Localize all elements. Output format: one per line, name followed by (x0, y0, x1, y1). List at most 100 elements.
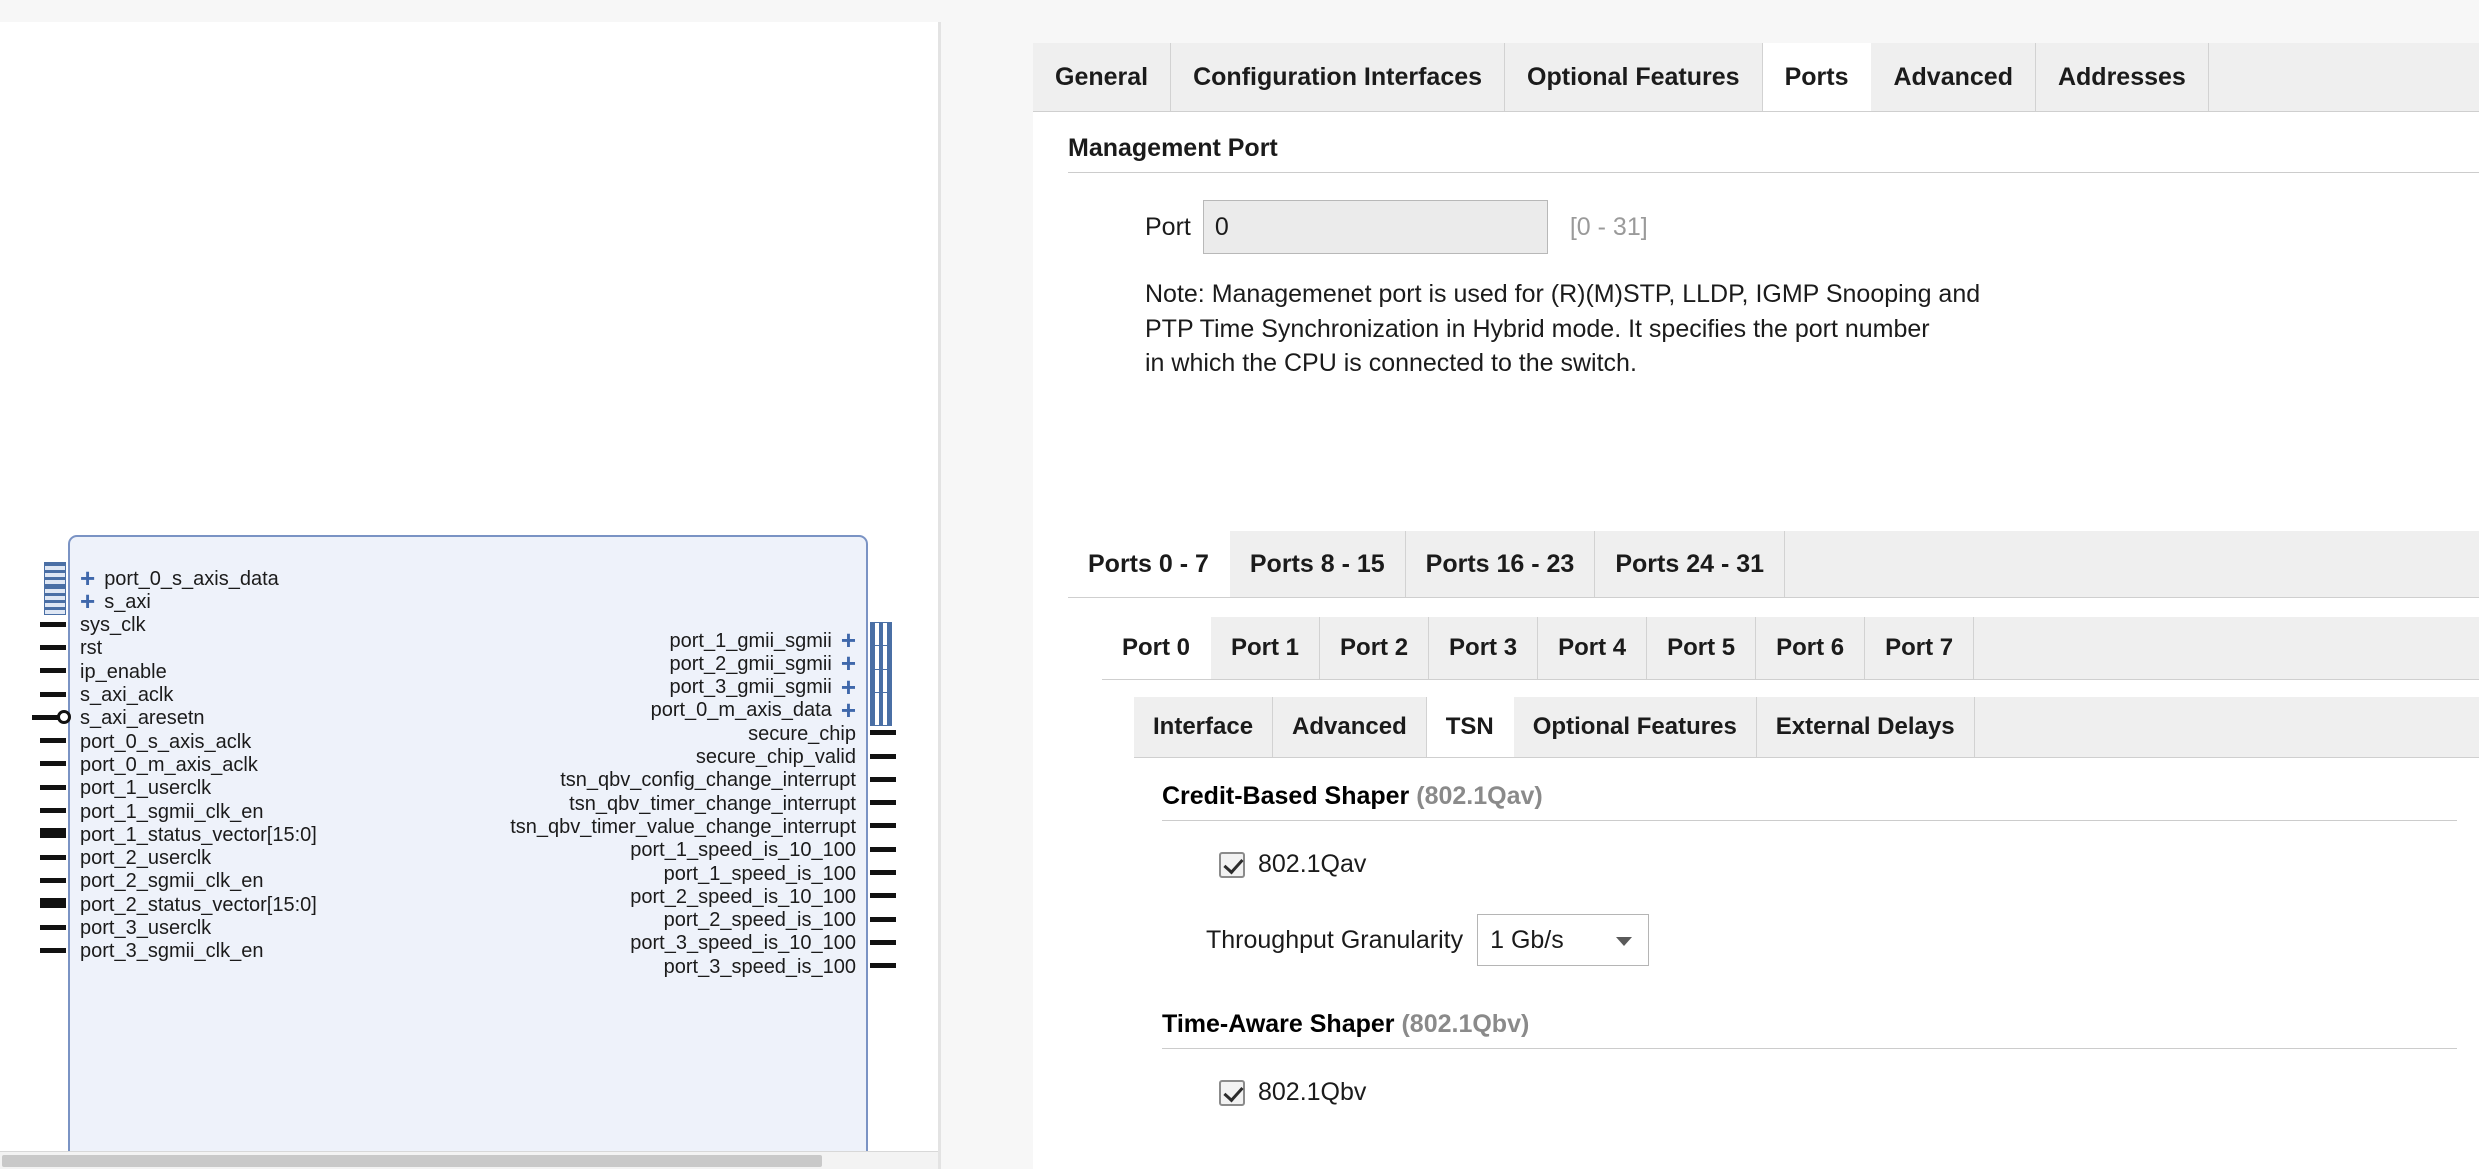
pin-label: port_3_sgmii_clk_en (80, 940, 264, 963)
tab-label: General (1055, 62, 1149, 91)
tab-label: Port 3 (1449, 634, 1518, 661)
tab-label: Port 2 (1340, 634, 1409, 661)
tab-label: Ports 24 - 31 (1615, 549, 1765, 578)
chevron-down-icon (1616, 937, 1633, 946)
tab-label: External Delays (1775, 713, 1955, 740)
tab-label: Ports 8 - 15 (1249, 549, 1385, 578)
throughput-granularity-select[interactable]: 1 Gb/s (1477, 914, 1650, 966)
tab-interface[interactable]: Interface (1134, 697, 1274, 757)
credit-based-shaper-standard: (802.1Qav) (1416, 782, 1543, 810)
pin-port_3_speed_is_100[interactable]: port_3_speed_is_100 (664, 949, 866, 985)
qbv-checkbox[interactable] (1219, 1079, 1245, 1106)
pin-stub (40, 898, 66, 909)
tab-label: TSN (1445, 713, 1494, 740)
tab-optional-features[interactable]: Optional Features (1513, 697, 1757, 757)
tab-port-2[interactable]: Port 2 (1320, 617, 1430, 679)
pin-stub (870, 870, 896, 875)
port-feature-tabstrip[interactable]: Interface Advanced TSN Optional Features Ext… (1134, 697, 2479, 758)
tab-port-1[interactable]: Port 1 (1211, 617, 1321, 679)
management-port-rule (1068, 172, 2479, 173)
tab-label: Port 0 (1122, 634, 1191, 661)
tab-optional-features[interactable]: Optional Features (1505, 43, 1763, 111)
tab-port-6[interactable]: Port 6 (1756, 617, 1866, 679)
tab-filler (1974, 697, 2479, 757)
credit-based-shaper-title: Credit-Based Shaper (1162, 782, 1410, 810)
pin-stub (870, 939, 896, 945)
pin-stub (870, 753, 896, 759)
pin-stub (40, 644, 66, 650)
pin-stub (40, 947, 66, 953)
tab-port-3[interactable]: Port 3 (1429, 617, 1539, 679)
time-aware-shaper-title: Time-Aware Shaper (1162, 1010, 1395, 1038)
pin-stub (40, 854, 66, 860)
tsn-panel: Credit-Based Shaper (802.1Qav) 802.1Qav … (1134, 758, 2479, 1169)
pin-stub (870, 800, 896, 806)
tab-filler (1974, 617, 2479, 679)
tab-addresses[interactable]: Addresses (2035, 43, 2209, 111)
pin-stub (40, 808, 66, 813)
note-line: in which the CPU is connected to the swi… (1145, 349, 1637, 377)
block-diagram-pane[interactable]: + port_0_s_axis_data + s_axi sys_clk rst ip_en… (0, 22, 941, 1169)
port-range-hint: [0 - 31] (1569, 212, 1648, 241)
qav-checkbox-label: 802.1Qav (1258, 850, 1367, 878)
tab-label: Port 5 (1667, 634, 1736, 661)
tab-advanced[interactable]: Advanced (1871, 43, 2036, 111)
qav-checkbox[interactable] (1219, 851, 1245, 878)
tab-label: Port 1 (1231, 634, 1300, 661)
tab-ports-0-7[interactable]: Ports 0 - 7 (1068, 531, 1230, 597)
note-line: Note: Managemenet port is used for (R)(M… (1145, 280, 1981, 308)
pin-stub (870, 846, 896, 852)
pin-stub (40, 924, 66, 930)
pin-port_3_sgmii_clk_en[interactable]: port_3_sgmii_clk_en (70, 934, 263, 970)
ip-customization-window: + port_0_s_axis_data + s_axi sys_clk rst ip_en… (0, 0, 2479, 1169)
port-number-input[interactable] (1202, 200, 1548, 254)
individual-port-tabstrip[interactable]: Port 0 Port 1 Port 2 Port 3 Port 4 Port 5 Port… (1102, 617, 2479, 680)
properties-pane: General Configuration Interfaces Optional … (944, 22, 2479, 1169)
qbv-checkbox-label: 802.1Qbv (1258, 1078, 1367, 1106)
tab-tsn[interactable]: TSN (1426, 697, 1514, 757)
pin-stub (40, 877, 66, 883)
port-group-tabstrip[interactable]: Ports 0 - 7 Ports 8 - 15 Ports 16 - 23 Port… (1068, 531, 2479, 598)
tab-configuration-interfaces[interactable]: Configuration Interfaces (1171, 43, 1506, 111)
pin-stub (870, 730, 896, 736)
ip-symbol-block[interactable]: + port_0_s_axis_data + s_axi sys_clk rst ip_en… (68, 535, 868, 1169)
tab-label: Port 4 (1558, 634, 1627, 661)
tab-advanced[interactable]: Advanced (1273, 697, 1427, 757)
tab-port-0[interactable]: Port 0 (1102, 617, 1212, 679)
tab-ports[interactable]: Ports (1762, 43, 1872, 111)
credit-based-shaper-heading: Credit-Based Shaper (802.1Qav) (1162, 782, 1543, 811)
tab-ports-24-31[interactable]: Ports 24 - 31 (1595, 531, 1786, 597)
interface-pin-marker (870, 691, 892, 726)
throughput-granularity-row: Throughput Granularity 1 Gb/s (1206, 914, 1650, 966)
pin-stub (870, 893, 896, 899)
main-tabstrip[interactable]: General Configuration Interfaces Optional … (1033, 43, 2479, 112)
tab-port-7[interactable]: Port 7 (1865, 617, 1975, 679)
credit-based-shaper-rule (1162, 820, 2457, 821)
diagram-left-margin (0, 22, 18, 1169)
note-line: PTP Time Synchronization in Hybrid mode.… (1145, 314, 1930, 343)
tab-filler (1785, 531, 2479, 597)
tab-port-5[interactable]: Port 5 (1647, 617, 1757, 679)
pin-stub (40, 784, 66, 790)
interface-pin-marker (44, 585, 66, 616)
pin-stub (870, 963, 896, 969)
throughput-granularity-label: Throughput Granularity (1206, 925, 1464, 954)
time-aware-shaper-rule (1162, 1048, 2457, 1049)
scrollbar-thumb[interactable] (2, 1155, 822, 1167)
pin-stub (40, 738, 66, 744)
qav-checkbox-row[interactable]: 802.1Qav (1219, 850, 1366, 879)
tab-label: Ports 0 - 7 (1088, 549, 1209, 578)
tab-port-4[interactable]: Port 4 (1538, 617, 1648, 679)
tab-ports-8-15[interactable]: Ports 8 - 15 (1229, 531, 1406, 597)
pin-stub (40, 621, 66, 627)
port-0-panel: Interface Advanced TSN Optional Features Ext… (1102, 680, 2479, 1169)
diagram-horizontal-scrollbar[interactable] (0, 1151, 938, 1169)
tab-ports-16-23[interactable]: Ports 16 - 23 (1405, 531, 1596, 597)
ports-0-7-panel: Port 0 Port 1 Port 2 Port 3 Port 4 Port 5 Port… (1068, 598, 2479, 1169)
tab-general[interactable]: General (1033, 43, 1172, 111)
qbv-checkbox-row[interactable]: 802.1Qbv (1219, 1078, 1366, 1107)
tab-external-delays[interactable]: External Delays (1756, 697, 1975, 757)
pin-stub (40, 691, 66, 697)
tab-label: Ports 16 - 23 (1425, 549, 1575, 578)
management-port-note: Note: Managemenet port is used for (R)(M… (1145, 277, 1980, 381)
